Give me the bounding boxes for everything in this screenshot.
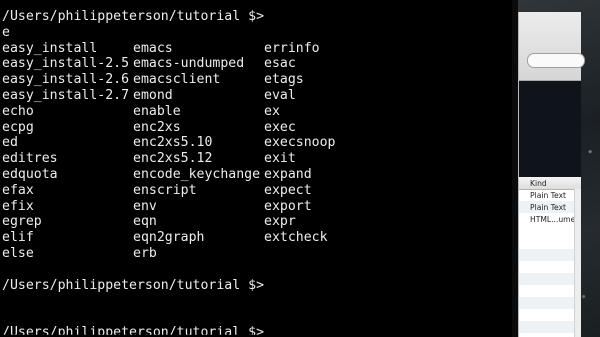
completion-item: env xyxy=(133,198,157,214)
column-header-label: Kind xyxy=(530,179,547,188)
completion-item: expr xyxy=(264,214,296,230)
typed-command: e xyxy=(2,24,10,40)
completion-item: exec xyxy=(264,119,296,135)
completion-item: expect xyxy=(264,182,312,198)
completion-item: egrep xyxy=(2,214,42,230)
completion-item: emacs-undumped xyxy=(133,56,245,72)
completion-item: erb xyxy=(133,245,157,261)
completion-item: ed xyxy=(2,135,18,151)
completion-item: edquota xyxy=(2,166,58,182)
prompt-line: /Users/philippeterson/tutorial $> xyxy=(2,9,265,24)
completion-item: emond xyxy=(133,87,173,103)
completion-item: eqn xyxy=(133,214,157,230)
kind-label: Plain Text xyxy=(530,191,567,200)
completion-list: easy_install emacs errinfo easy_install-2.5… xyxy=(2,41,395,262)
completion-item: export xyxy=(264,198,312,214)
scrollbar[interactable] xyxy=(574,189,581,337)
completion-item: enscript xyxy=(133,182,197,198)
completion-item xyxy=(264,246,395,262)
completion-item: expand xyxy=(264,166,312,182)
completion-item: else xyxy=(2,245,34,261)
completion-item: efix xyxy=(2,198,34,214)
completion-item: exit xyxy=(264,151,296,167)
prompt-line: /Users/philippeterson/tutorial $> xyxy=(2,324,265,337)
list-item[interactable]: Plain Text xyxy=(519,189,581,201)
completion-item: echo xyxy=(2,103,34,119)
completion-item: easy_install-2.6 xyxy=(2,72,130,88)
completion-item: enc2xs5.12 xyxy=(133,151,213,167)
completion-item: ecpg xyxy=(2,119,34,135)
list-item[interactable]: HTML...ument xyxy=(519,213,583,225)
terminal-output: /Users/philippeterson/tutorial $> e easy… xyxy=(2,9,395,337)
empty-rows xyxy=(519,237,575,337)
completion-item: errinfo xyxy=(264,40,320,56)
completion-item: easy_install xyxy=(2,40,98,56)
completion-item: enc2xs xyxy=(133,119,181,135)
preview-pane xyxy=(519,81,581,177)
completion-item: esac xyxy=(264,56,296,72)
completion-item: execsnoop xyxy=(264,135,336,151)
completion-item: etags xyxy=(264,72,304,88)
completion-item: easy_install-2.7 xyxy=(2,87,130,103)
completion-item: eval xyxy=(264,87,296,103)
file-list[interactable]: Kind Plain Text Plain Text HTML...ument xyxy=(519,177,583,337)
completion-item: encode_keychange xyxy=(133,166,261,182)
completion-item: easy_install-2.5 xyxy=(2,56,130,72)
completion-item: emacsclient xyxy=(133,72,221,88)
search-field[interactable] xyxy=(527,53,585,68)
list-item[interactable]: Plain Text xyxy=(519,201,581,213)
kind-label: Plain Text xyxy=(530,203,567,212)
completion-item: efax xyxy=(2,182,34,198)
completion-item: eqn2graph xyxy=(133,230,205,246)
finder-toolbar xyxy=(519,12,585,81)
completion-item: extcheck xyxy=(264,230,328,246)
prompt-line: /Users/philippeterson/tutorial $> xyxy=(2,277,265,293)
terminal-window[interactable]: /Users/philippeterson/tutorial $> e easy… xyxy=(0,0,512,337)
completion-item: editres xyxy=(2,151,58,167)
completion-item: elif xyxy=(2,230,34,246)
completion-item: enable xyxy=(133,103,181,119)
completion-item: emacs xyxy=(133,40,173,56)
completion-item: ex xyxy=(264,103,280,119)
completion-item: enc2xs5.10 xyxy=(133,135,213,151)
finder-window[interactable]: Kind Plain Text Plain Text HTML...ument xyxy=(518,12,585,337)
